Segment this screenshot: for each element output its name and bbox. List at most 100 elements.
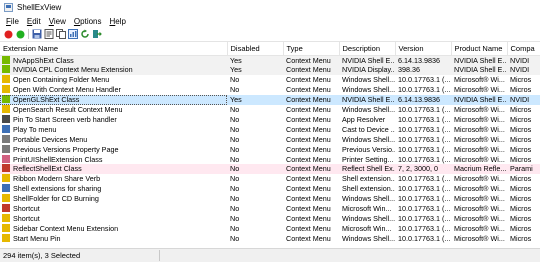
cell-type: Context Menu <box>286 134 331 144</box>
column-header[interactable]: Extension Name <box>0 42 228 56</box>
copy-icon[interactable] <box>56 29 66 39</box>
table-row[interactable]: Start Menu Pin No Context Menu Windows Shel… <box>0 233 540 244</box>
cell-version: 10.0.17763.1 (... <box>398 134 451 144</box>
cell-desc: Windows Shell... <box>342 75 395 85</box>
cell-product: Microsoft® Wi... <box>454 194 505 204</box>
refresh-icon[interactable] <box>80 29 90 39</box>
table-row[interactable]: Shortcut No Context Menu Windows Shell... 10… <box>0 214 540 224</box>
menu-item-help[interactable]: Help <box>106 17 130 26</box>
table-row[interactable]: NVIDIA CPL Context Menu Extension Yes Cont… <box>0 65 540 76</box>
table-row[interactable]: Open Containing Folder Menu No Context Men… <box>0 75 540 85</box>
report-icon[interactable] <box>68 29 78 39</box>
table-row[interactable]: Open With Context Menu Handler No Context … <box>0 85 540 95</box>
menu-item-view[interactable]: View <box>45 17 70 26</box>
table-row[interactable]: OpenGLShExt Class Yes Context Menu NVIDIA S… <box>0 95 540 106</box>
cell-product: Microsoft® Wi... <box>454 85 505 95</box>
exit-icon[interactable] <box>92 29 102 39</box>
column-header[interactable]: Type <box>283 42 340 56</box>
table-row[interactable]: ShellFolder for CD Burning No Context Menu… <box>0 194 540 204</box>
extension-icon <box>2 105 10 114</box>
extension-icon <box>2 223 10 232</box>
cell-extension-name: NVIDIA CPL Context Menu Extension <box>0 65 227 76</box>
cell-company: Micros <box>510 85 532 95</box>
table-row[interactable]: Shortcut No Context Menu Microsoft Win... 10… <box>0 204 540 214</box>
table-row[interactable]: Previous Versions Property Page No Context… <box>0 144 540 155</box>
cell-version: 10.0.17763.1 (... <box>398 184 451 194</box>
column-header[interactable]: Version <box>395 42 452 56</box>
cell-desc: Previous Versio... <box>342 144 395 154</box>
cell-type: Context Menu <box>286 184 331 194</box>
cell-disabled: Yes <box>227 95 283 106</box>
disable-icon[interactable] <box>3 29 13 39</box>
cell-type: Context Menu <box>286 154 331 164</box>
cell-desc: NVIDIA Shell E... <box>339 95 395 106</box>
extension-name: ShellFolder for CD Burning <box>13 194 99 204</box>
column-header[interactable]: Disabled <box>227 42 284 56</box>
table-row[interactable]: Portable Devices Menu No Context Menu Windo… <box>0 134 540 145</box>
cell-type: Context Menu <box>286 174 331 184</box>
extension-name: Open Containing Folder Menu <box>13 75 110 85</box>
cell-disabled: No <box>230 184 240 194</box>
cell-desc: Printer Setting... <box>342 154 394 164</box>
table-row[interactable]: Shell extensions for sharing No Context Me… <box>0 184 540 194</box>
cell-disabled: No <box>230 75 240 85</box>
table-row[interactable]: PrintUIShellExtension Class No Context Men… <box>0 154 540 165</box>
extension-name: Play To menu <box>13 124 57 134</box>
cell-version: 10.0.17763.1 (... <box>398 174 451 184</box>
cell-desc: Windows Shell... <box>342 85 395 95</box>
cell-product: Microsoft® Wi... <box>454 204 505 214</box>
extension-icon <box>2 233 10 242</box>
extension-icon <box>2 134 10 143</box>
cell-company: Micros <box>510 144 532 154</box>
table-row[interactable]: Play To menu No Context Menu Cast to Device… <box>0 124 540 135</box>
column-header[interactable]: Compa <box>507 42 540 56</box>
cell-type: Context Menu <box>286 105 331 115</box>
cell-extension-name: Pin To Start Screen verb handler <box>0 114 227 125</box>
enable-icon[interactable] <box>15 29 25 39</box>
cell-type: Context Menu <box>286 85 331 95</box>
cell-type: Context Menu <box>283 164 339 175</box>
cell-desc: Windows Shell... <box>342 233 395 243</box>
properties-icon[interactable] <box>44 29 54 39</box>
menu-item-options[interactable]: Options <box>70 17 106 26</box>
menu-label: elp <box>115 16 126 26</box>
cell-disabled: No <box>230 114 240 124</box>
table-row[interactable]: ReflectShellExt Class No Context Menu Refle… <box>0 164 540 175</box>
extension-name: ReflectShellExt Class <box>13 164 82 174</box>
cell-desc: Windows Shell... <box>342 134 395 144</box>
cell-disabled: No <box>230 124 240 134</box>
extension-icon <box>2 124 10 133</box>
table-row[interactable]: NvAppShExt Class Yes Context Menu NVIDIA Sh… <box>0 55 540 66</box>
cell-product: NVIDIA Shell E... <box>451 95 507 106</box>
column-header[interactable]: Description <box>339 42 396 56</box>
cell-extension-name: Play To menu <box>0 124 227 135</box>
table-row[interactable]: Ribbon Modern Share Verb No Context Menu Sh… <box>0 174 540 184</box>
menu-item-file[interactable]: File <box>2 17 23 26</box>
cell-version: 10.0.17763.1 (... <box>398 233 451 243</box>
cell-extension-name: Ribbon Modern Share Verb <box>0 174 227 184</box>
cell-type: Context Menu <box>286 124 331 134</box>
cell-disabled: No <box>230 85 240 95</box>
extension-name: NVIDIA CPL Context Menu Extension <box>13 65 133 75</box>
table-row[interactable]: Pin To Start Screen verb handler No Contex… <box>0 114 540 125</box>
cell-company: NVIDI <box>507 65 540 76</box>
save-icon[interactable] <box>32 29 42 39</box>
cell-product: NVIDIA Shell E... <box>451 55 507 66</box>
cell-disabled: No <box>227 164 283 175</box>
extension-icon <box>2 144 10 153</box>
cell-type: Context Menu <box>283 55 339 66</box>
extensions-list[interactable]: Extension Name Disabled Type Description Ver… <box>0 42 540 248</box>
cell-type: Context Menu <box>283 95 339 106</box>
cell-extension-name: ReflectShellExt Class <box>0 164 227 175</box>
table-row[interactable]: OpenSearch Result Context Menu No Context … <box>0 105 540 115</box>
cell-extension-name: Shortcut <box>0 214 227 224</box>
toolbar-separator <box>28 29 29 39</box>
extension-name: OpenSearch Result Context Menu <box>13 105 123 115</box>
cell-product: Microsoft® Wi... <box>454 114 505 124</box>
cell-type: Context Menu <box>283 65 339 76</box>
cell-product: Microsoft® Wi... <box>454 214 505 223</box>
column-header[interactable]: Product Name <box>451 42 508 56</box>
menu-item-edit[interactable]: Edit <box>23 17 45 26</box>
cell-product: Microsoft® Wi... <box>454 223 505 233</box>
table-row[interactable]: Sidebar Context Menu Extension No Context … <box>0 223 540 234</box>
